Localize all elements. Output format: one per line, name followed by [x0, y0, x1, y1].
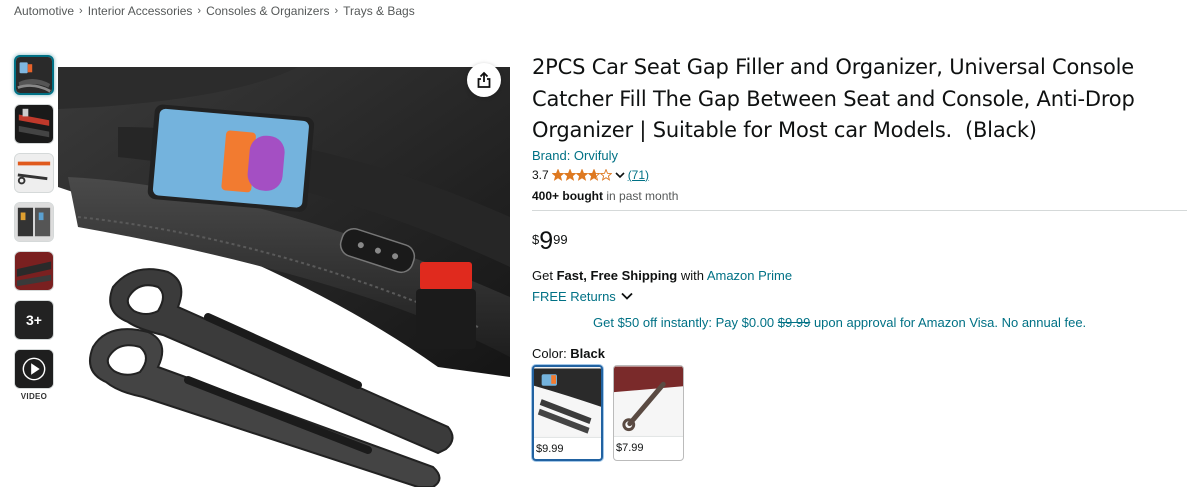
price-fraction: 99	[553, 231, 568, 247]
breadcrumb-automotive[interactable]: Automotive	[14, 4, 74, 18]
breadcrumb-separator: ›	[197, 5, 202, 17]
thumbnail-1[interactable]	[14, 55, 54, 95]
brand-link[interactable]: Brand: Orvifuly	[532, 148, 1192, 163]
color-swatch-other[interactable]: $7.99	[613, 364, 684, 461]
amazon-prime-link[interactable]: Amazon Prime	[707, 268, 792, 283]
rating-value: 3.7	[532, 167, 549, 182]
offer-prefix: Get $50 off instantly: Pay $0.00	[593, 314, 778, 330]
rating-count-link[interactable]: (71)	[628, 168, 649, 182]
breadcrumb: Automotive › Interior Accessories › Cons…	[14, 4, 415, 18]
thumbnail-image	[16, 57, 52, 93]
offer-suffix: upon approval for Amazon Visa. No annual…	[810, 314, 1087, 330]
video-label: VIDEO	[20, 392, 48, 401]
thumbnail-video[interactable]	[14, 349, 54, 389]
visa-offer-link[interactable]: Get $50 off instantly: Pay $0.00 $9.99 u…	[532, 315, 1192, 330]
bought-suffix: in past month	[603, 188, 679, 203]
free-returns-link[interactable]: FREE Returns	[532, 289, 1192, 304]
divider	[532, 209, 1187, 211]
breadcrumb-interior-accessories[interactable]: Interior Accessories	[88, 4, 193, 18]
offer-strike-price: $9.99	[777, 314, 811, 330]
share-button[interactable]	[467, 63, 501, 97]
swatch-image	[534, 366, 601, 437]
color-label-text: Color:	[532, 345, 571, 361]
thumbnail-3[interactable]	[14, 153, 54, 193]
product-details: 2PCS Car Seat Gap Filler and Organizer, …	[532, 52, 1192, 461]
thumbnail-image	[15, 105, 53, 143]
price-whole: 9	[539, 226, 554, 255]
breadcrumb-trays-bags[interactable]: Trays & Bags	[343, 4, 415, 18]
main-product-image[interactable]	[58, 67, 510, 487]
shipping-with: with	[677, 267, 707, 283]
star-icon	[551, 168, 564, 181]
thumbnail-5[interactable]	[14, 251, 54, 291]
price: $ 9 99	[532, 226, 1192, 255]
color-selected-value: Black	[570, 345, 605, 361]
swatch-price: $7.99	[614, 435, 683, 454]
rating-row: 3.7 (71)	[532, 168, 1192, 182]
thumbnail-strip: 3+ VIDEO	[14, 55, 56, 401]
product-title: 2PCS Car Seat Gap Filler and Organizer, …	[532, 55, 1135, 142]
star-icon	[599, 168, 612, 181]
share-icon	[477, 71, 491, 88]
play-icon	[15, 350, 53, 388]
price-symbol: $	[532, 231, 540, 247]
star-icon	[587, 168, 600, 181]
more-images-label: 3+	[26, 312, 42, 328]
swatch-price: $9.99	[534, 436, 601, 455]
product-photo	[58, 67, 510, 487]
free-returns-label: FREE Returns	[532, 288, 616, 304]
thumbnail-image	[15, 252, 53, 290]
thumbnail-image	[15, 203, 53, 241]
chevron-down-icon[interactable]	[614, 170, 626, 180]
thumbnail-more[interactable]: 3+	[14, 300, 54, 340]
chevron-down-icon	[621, 292, 633, 300]
color-swatch-black[interactable]: $9.99	[532, 364, 603, 461]
star-rating[interactable]	[551, 168, 612, 181]
thumbnail-image	[15, 154, 53, 192]
color-swatches: $9.99 $7.99	[532, 364, 1192, 461]
color-label: Color: Black	[532, 346, 1192, 361]
breadcrumb-separator: ›	[79, 5, 83, 17]
swatch-image	[614, 365, 683, 436]
star-icon	[575, 168, 588, 181]
shipping-get: Get	[532, 267, 557, 283]
shipping-fast-free: Fast, Free Shipping	[556, 267, 678, 283]
breadcrumb-separator: ›	[334, 5, 339, 17]
bought-in-past-month: 400+ bought in past month	[532, 189, 1192, 203]
shipping-info: Get Fast, Free Shipping with Amazon Prim…	[532, 268, 1192, 283]
thumbnail-2[interactable]	[14, 104, 54, 144]
star-icon	[563, 168, 576, 181]
thumbnail-4[interactable]	[14, 202, 54, 242]
breadcrumb-consoles-organizers[interactable]: Consoles & Organizers	[206, 4, 329, 18]
bought-count: 400+ bought	[532, 188, 604, 203]
